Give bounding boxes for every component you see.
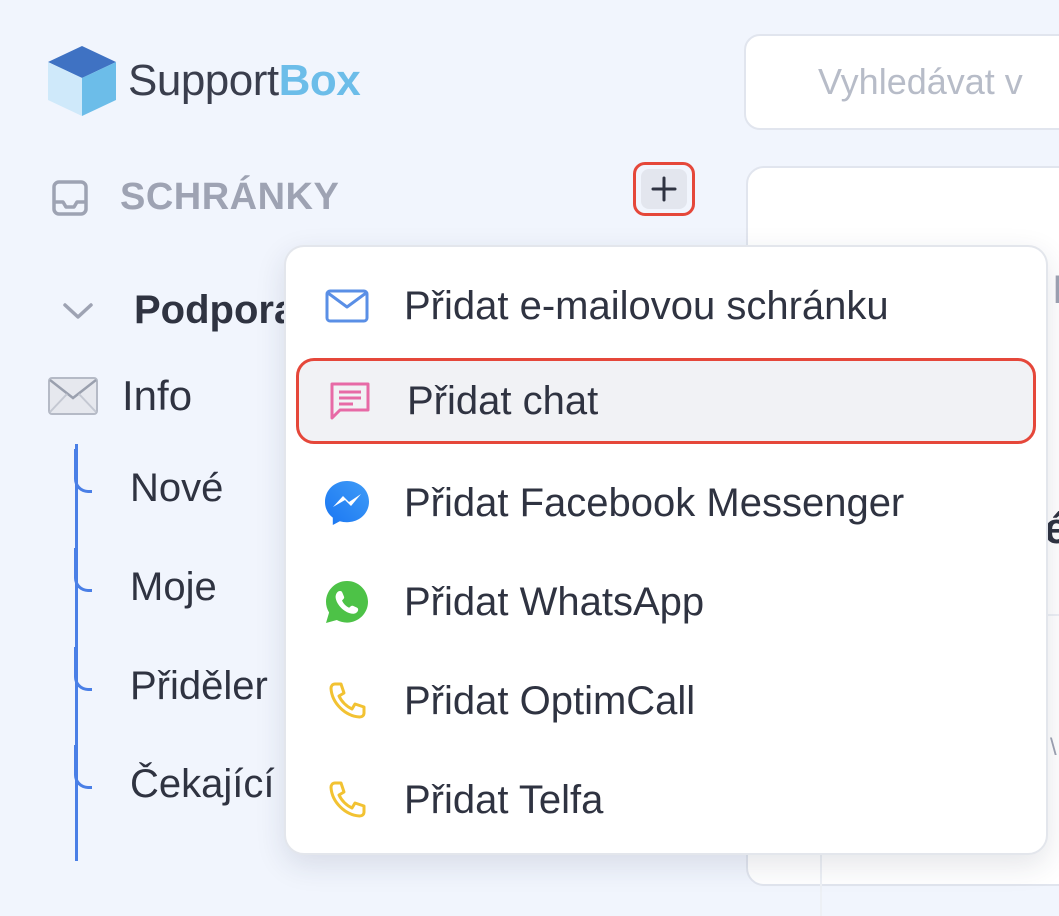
- sidebar-item-cekajici[interactable]: Čekající: [74, 744, 275, 807]
- sidebar-item-label: Nové: [130, 466, 224, 510]
- envelope-icon: [48, 377, 98, 415]
- menu-item-label: Přidat WhatsApp: [404, 579, 705, 624]
- tree-branch: [74, 744, 92, 789]
- menu-item-add-telfa[interactable]: Přidat Telfa: [296, 757, 1036, 843]
- menu-item-label: Přidat chat: [407, 378, 599, 423]
- whatsapp-icon: [326, 581, 368, 623]
- mailboxes-section-header: SCHRÁNKY: [50, 176, 339, 219]
- sidebar-item-label: Čekající: [130, 762, 275, 806]
- chevron-down-icon: [63, 302, 93, 319]
- inbox-tray-icon: [52, 179, 88, 216]
- phone-icon: [329, 682, 366, 719]
- menu-item-label: Přidat Telfa: [404, 777, 604, 822]
- search-box[interactable]: [744, 34, 1059, 130]
- plus-icon: [651, 176, 677, 202]
- menu-item-add-whatsapp[interactable]: Přidat WhatsApp: [296, 559, 1036, 645]
- sidebar-group-podpora[interactable]: Podpora: [62, 288, 296, 333]
- chat-bubble-icon: [330, 382, 370, 420]
- envelope-icon: [325, 289, 369, 323]
- add-mailbox-button[interactable]: [633, 162, 695, 216]
- sidebar-item-prideleno[interactable]: Přiděler: [74, 646, 268, 709]
- menu-item-label: Přidat Facebook Messenger: [404, 480, 905, 525]
- menu-item-add-optimcall[interactable]: Přidat OptimCall: [296, 658, 1036, 744]
- search-input[interactable]: [816, 60, 1059, 104]
- app-logo[interactable]: SupportBox: [46, 44, 361, 118]
- menu-item-label: Přidat OptimCall: [404, 678, 696, 723]
- sidebar-mailbox-info[interactable]: Info: [48, 372, 192, 420]
- menu-item-add-chat[interactable]: Přidat chat: [296, 358, 1036, 444]
- tree-branch: [74, 547, 92, 592]
- cube-logo-icon: [48, 46, 116, 116]
- add-mailbox-dropdown: Přidat e-mailovou schránku Přidat chat P…: [284, 245, 1048, 855]
- phone-icon: [329, 781, 366, 818]
- sidebar-group-label: Podpora: [134, 288, 297, 332]
- panel-text-fragment: I: [1052, 268, 1059, 312]
- logo-text: SupportBox: [128, 56, 361, 105]
- menu-item-label: Přidat e-mailovou schránku: [404, 283, 889, 328]
- tree-branch: [74, 646, 92, 691]
- sidebar-item-nove[interactable]: Nové: [74, 448, 224, 511]
- section-title: SCHRÁNKY: [120, 176, 340, 218]
- messenger-icon: [325, 481, 369, 525]
- sidebar-item-label: Moje: [130, 565, 217, 609]
- sidebar-mailbox-label: Info: [122, 372, 193, 419]
- menu-item-add-messenger[interactable]: Přidat Facebook Messenger: [296, 460, 1036, 546]
- panel-text-fragment: \: [1050, 734, 1057, 761]
- sidebar-item-label: Přiděler: [130, 664, 268, 708]
- sidebar-item-moje[interactable]: Moje: [74, 547, 217, 610]
- tree-branch: [74, 448, 92, 493]
- menu-item-add-email[interactable]: Přidat e-mailovou schránku: [296, 263, 1036, 349]
